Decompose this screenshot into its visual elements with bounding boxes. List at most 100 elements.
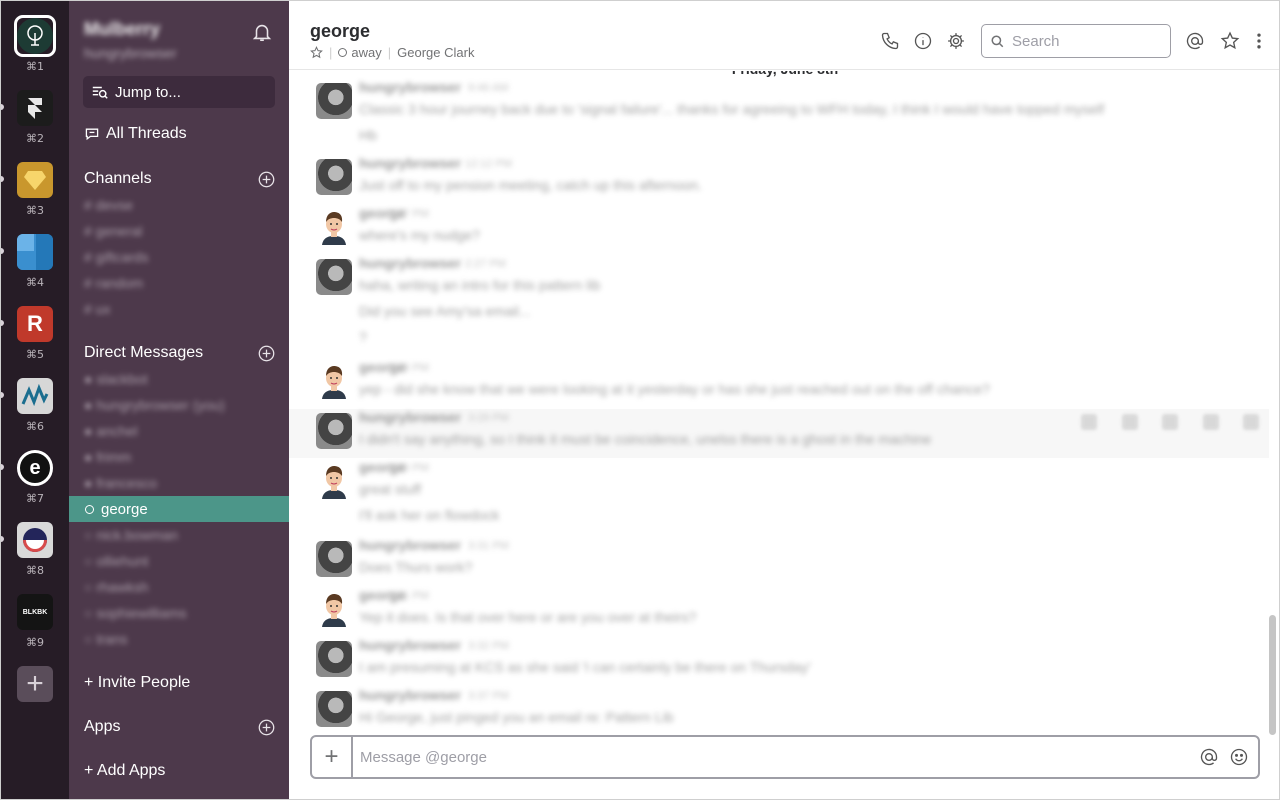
message-timestamp[interactable]: 3:31 PM (388, 590, 429, 602)
zigzag-logo-icon[interactable] (17, 378, 53, 414)
message-author[interactable]: hungrybrowser (359, 79, 461, 95)
message[interactable]: hungrybrowser 3:32 PM I am presuming at KC… (289, 637, 1269, 686)
mention-icon[interactable] (1199, 747, 1219, 767)
message[interactable]: hungrybrowser 12:12 PM Just off to my pens… (289, 155, 1269, 204)
avatar[interactable] (316, 209, 352, 245)
share-icon[interactable] (1162, 414, 1178, 430)
message-timestamp[interactable]: 2:27 PM (388, 208, 429, 220)
sidebar-dm-item[interactable]: ● francesco (84, 475, 157, 491)
message[interactable]: hungrybrowser 2:27 PM haha, writing an int… (289, 255, 1269, 358)
add-dm-icon[interactable] (258, 345, 275, 362)
blue-squares-icon[interactable] (17, 234, 53, 270)
sidebar-channel-item[interactable]: # ux (84, 301, 110, 317)
sidebar-channel-item[interactable]: # devse (84, 197, 133, 213)
invite-people-link[interactable]: + Invite People (84, 674, 190, 692)
sidebar-dm-item[interactable]: ○ sophiewilliams (84, 605, 187, 621)
workspace-8[interactable]: ⌘8 (1, 522, 69, 594)
sidebar-dm-item[interactable]: ● hungrybrowser (you) (84, 397, 225, 413)
all-threads-item[interactable]: All Threads (84, 125, 187, 143)
starred-items-icon[interactable] (1220, 31, 1240, 51)
message-list[interactable]: Friday, June 8th hungrybrowser 9:46 AM Cla… (289, 71, 1279, 735)
sidebar-dm-item[interactable]: ● slackbot (84, 371, 148, 387)
settings-icon[interactable] (1202, 414, 1219, 430)
blkbk-logo-icon[interactable]: BLKBK (17, 594, 53, 630)
avatar[interactable] (316, 463, 352, 499)
message[interactable]: hungrybrowser 3:37 PM Hi George, just ping… (289, 687, 1269, 735)
star-icon[interactable] (310, 46, 323, 59)
add-apps-link[interactable]: + Add Apps (84, 762, 165, 780)
workspace-3[interactable]: ⌘3 (1, 162, 69, 234)
message-timestamp[interactable]: 3:30 PM (388, 462, 429, 474)
info-icon[interactable] (913, 31, 933, 51)
message-author[interactable]: hungrybrowser (359, 537, 461, 553)
sidebar-dm-item[interactable]: ○ trans (84, 631, 127, 647)
add-app-icon[interactable] (258, 719, 275, 736)
message-timestamp[interactable]: 2:27 PM (465, 258, 506, 270)
thread-icon[interactable] (1121, 414, 1138, 430)
reaction-icon[interactable] (1081, 414, 1097, 430)
workspace-6[interactable]: ⌘6 (1, 378, 69, 450)
avatar[interactable] (316, 83, 352, 119)
message[interactable]: george 3:30 PM great stuff I'll ask her on … (289, 459, 1269, 535)
avatar[interactable] (316, 691, 352, 727)
team-name[interactable]: Mulberry (84, 19, 160, 40)
sidebar-dm-item[interactable]: ● anchel (84, 423, 138, 439)
message-author[interactable]: hungrybrowser (359, 637, 461, 653)
phone-icon[interactable] (880, 31, 900, 51)
emoji-icon[interactable] (1229, 747, 1249, 767)
sidebar-channel-item[interactable]: # random (84, 275, 143, 291)
message[interactable]: george 3:31 PM Yep it does. Is that over h… (289, 587, 1269, 636)
sidebar-channel-item[interactable]: # giftcards (84, 249, 149, 265)
direct-messages-heading[interactable]: Direct Messages (84, 344, 203, 362)
search-input[interactable]: Search (981, 24, 1171, 58)
avatar[interactable] (316, 541, 352, 577)
e-logo-icon[interactable]: e (17, 450, 53, 486)
gear-icon[interactable] (946, 31, 966, 51)
conversation-title[interactable]: george (310, 21, 370, 42)
message[interactable]: george 2:27 PM where's my nudge? (289, 205, 1269, 254)
message-composer[interactable]: + Message @george (310, 735, 1260, 779)
message-timestamp[interactable]: 9:46 AM (468, 82, 508, 94)
avatar[interactable] (316, 413, 352, 449)
sidebar-dm-item[interactable]: ○ nick.bowman (84, 527, 178, 543)
apps-heading[interactable]: Apps (84, 718, 120, 736)
mulberry-logo-icon[interactable] (17, 18, 53, 54)
workspace-1[interactable]: ⌘1 (1, 15, 69, 90)
message[interactable]: george 3:28 PM yep - did she know that we … (289, 359, 1269, 408)
bell-icon[interactable] (251, 21, 273, 43)
jump-to-button[interactable]: Jump to... (83, 76, 275, 108)
add-channel-icon[interactable] (258, 171, 275, 188)
dm-item-george[interactable]: george (69, 496, 289, 522)
avatar[interactable] (316, 363, 352, 399)
more-icon[interactable] (1243, 414, 1259, 430)
message-author[interactable]: hungrybrowser (359, 155, 461, 171)
message[interactable]: hungrybrowser 3:31 PM Does Thurs work? (289, 537, 1269, 586)
message-timestamp[interactable]: 3:31 PM (468, 540, 509, 552)
sidebar-dm-item[interactable]: ○ olliehunt (84, 553, 149, 569)
add-workspace-button[interactable]: + (1, 666, 69, 738)
avatar[interactable] (316, 259, 352, 295)
workspace-7[interactable]: e ⌘7 (1, 450, 69, 522)
sidebar-dm-item[interactable]: ○ rhawksh (84, 579, 148, 595)
workspace-5[interactable]: R ⌘5 (1, 306, 69, 378)
workspace-9[interactable]: BLKBK ⌘9 (1, 594, 69, 666)
half-circle-logo-icon[interactable] (17, 522, 53, 558)
workspace-2[interactable]: ⌘2 (1, 90, 69, 162)
message-author[interactable]: hungrybrowser (359, 409, 461, 425)
attach-plus-button[interactable]: + (312, 737, 353, 777)
avatar[interactable] (316, 591, 352, 627)
workspace-4[interactable]: ⌘4 (1, 234, 69, 306)
avatar[interactable] (316, 159, 352, 195)
message-timestamp[interactable]: 3:29 PM (468, 412, 509, 424)
message-author[interactable]: hungrybrowser (359, 687, 461, 703)
avatar[interactable] (316, 641, 352, 677)
channels-heading[interactable]: Channels (84, 170, 152, 188)
message-timestamp[interactable]: 12:12 PM (465, 158, 512, 170)
r-logo-icon[interactable]: R (17, 306, 53, 342)
framer-logo-icon[interactable] (17, 90, 53, 126)
sketch-diamond-icon[interactable] (17, 162, 53, 198)
message-timestamp[interactable]: 3:28 PM (388, 362, 429, 374)
sidebar-channel-item[interactable]: # general (84, 223, 142, 239)
message-timestamp[interactable]: 3:32 PM (468, 640, 509, 652)
message-author[interactable]: hungrybrowser (359, 255, 461, 271)
